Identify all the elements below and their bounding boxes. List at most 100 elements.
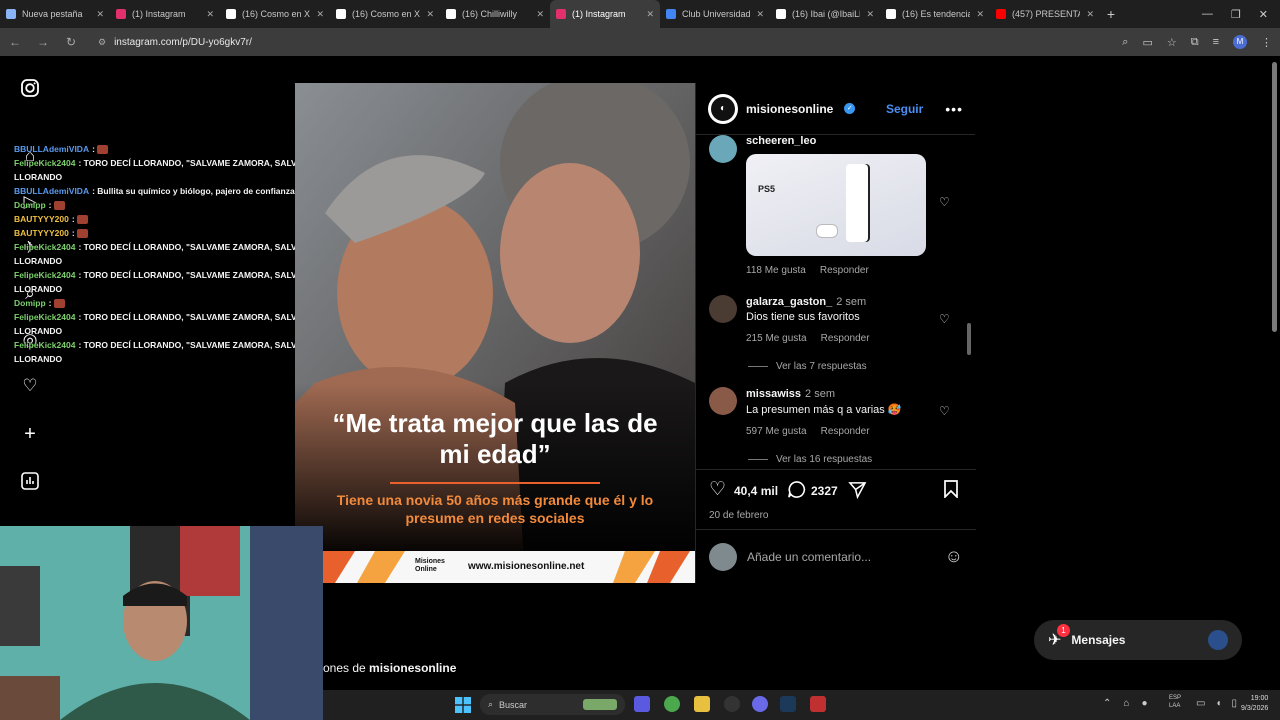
comments-scroll-thumb[interactable] — [967, 323, 971, 355]
tab-close-icon[interactable]: ✕ — [646, 9, 654, 20]
cast-icon[interactable]: ▭ — [1142, 36, 1152, 49]
browser-tab[interactable]: (16) Cosmo en X ✕ — [220, 0, 330, 28]
like-heart-icon[interactable]: ♡ — [709, 478, 726, 501]
tab-close-icon[interactable]: ✕ — [1086, 9, 1094, 20]
commenter-avatar[interactable] — [709, 135, 737, 163]
comment-likes[interactable]: 597 Me gusta — [746, 426, 807, 437]
tab-close-icon[interactable]: ✕ — [866, 9, 874, 20]
bookmark-star-icon[interactable]: ☆ — [1167, 36, 1177, 49]
notifications-icon[interactable]: ♡ — [20, 376, 40, 396]
emoji-icon[interactable]: ☺ — [945, 546, 963, 567]
tab-close-icon[interactable]: ✕ — [206, 9, 214, 20]
input-language[interactable]: ESP LAA — [1169, 694, 1181, 710]
page-scrollbar[interactable] — [1270, 58, 1278, 688]
comment-gif-image[interactable]: PS5 — [746, 154, 926, 256]
post-image[interactable]: “Me trata mejor que las de mi edad” Tien… — [295, 83, 695, 583]
mic-icon[interactable]: ● — [1141, 698, 1147, 709]
comment-like-icon[interactable]: ♡ — [939, 195, 950, 209]
view-replies-button[interactable]: Ver las 16 respuestas — [748, 454, 872, 465]
media-icon[interactable]: ≡ — [1213, 36, 1219, 48]
tab-close-icon[interactable]: ✕ — [316, 9, 324, 20]
site-info-icon[interactable]: ⚙ — [98, 37, 106, 48]
create-icon[interactable]: + — [20, 424, 40, 444]
browser-tab[interactable]: (1) Instagram ✕ — [110, 0, 220, 28]
tray-chevron-icon[interactable]: ⌃ — [1103, 698, 1111, 709]
browser-tab[interactable]: (16) Es tendencia ✕ — [880, 0, 990, 28]
browser-tab[interactable]: (1) Instagram ✕ — [550, 0, 660, 28]
tab-label: Nueva pestaña — [22, 9, 83, 19]
messages-button[interactable]: ✈ 1 Mensajes — [1034, 620, 1242, 660]
reply-button[interactable]: Responder — [820, 265, 869, 276]
comment-username[interactable]: missawiss 2 sem — [746, 388, 835, 400]
reply-button[interactable]: Responder — [821, 426, 870, 437]
comment-time: 2 sem — [805, 388, 836, 400]
author-avatar[interactable]: ◐ — [708, 93, 738, 124]
tab-favicon-icon — [6, 9, 16, 19]
comments-scrollbar[interactable] — [966, 139, 972, 465]
chrome-icon[interactable] — [664, 696, 680, 712]
comment-input[interactable]: Añade un comentario... — [747, 550, 935, 564]
volume-icon[interactable]: ◖ — [1215, 698, 1221, 709]
file-explorer-icon[interactable] — [694, 696, 710, 712]
taskbar-clock[interactable]: 19:00 9/3/2026 — [1241, 694, 1268, 714]
browser-tab[interactable]: Club Universidad ✕ — [660, 0, 770, 28]
close-window-icon[interactable]: ✕ — [1259, 8, 1268, 21]
teams-icon[interactable] — [634, 696, 650, 712]
network-icon[interactable]: ⌂ — [1123, 698, 1129, 709]
app-icon[interactable] — [810, 696, 826, 712]
comment-bubble-icon[interactable] — [787, 480, 806, 499]
comment-username[interactable]: scheeren_leo — [746, 135, 816, 147]
chat-emote-icon — [53, 201, 65, 211]
taskbar-search[interactable]: ⌕ Buscar — [480, 694, 625, 715]
chat-message: BAUTYYY200: — [14, 212, 324, 226]
tab-close-icon[interactable]: ✕ — [426, 9, 434, 20]
windows-start-icon[interactable] — [455, 697, 471, 713]
save-bookmark-icon[interactable] — [943, 480, 959, 498]
tab-close-icon[interactable]: ✕ — [536, 9, 544, 20]
battery-icon[interactable]: ▯ — [1232, 698, 1238, 709]
comment-like-icon[interactable]: ♡ — [939, 312, 950, 326]
back-icon[interactable]: ← — [8, 35, 22, 49]
tab-close-icon[interactable]: ✕ — [96, 9, 104, 20]
like-count[interactable]: 40,4 mil — [734, 484, 778, 498]
comment-like-icon[interactable]: ♡ — [939, 404, 950, 418]
browser-tab[interactable]: (16) Chilliwilly ✕ — [440, 0, 550, 28]
comment-count[interactable]: 2327 — [811, 484, 838, 498]
browser-menu-icon[interactable]: ⋮ — [1261, 36, 1272, 49]
display-icon[interactable]: ▭ — [1196, 698, 1205, 709]
forward-icon[interactable]: → — [36, 35, 50, 49]
more-options-icon[interactable]: ••• — [945, 101, 963, 117]
extensions-icon[interactable]: ⧉ — [1191, 36, 1199, 49]
browser-tab[interactable]: (16) Ibai (@IbaiLl ✕ — [770, 0, 880, 28]
more-posts-user[interactable]: misionesonline — [369, 661, 456, 675]
comment-likes[interactable]: 118 Me gusta — [746, 265, 806, 276]
comment-meta: 597 Me gusta Responder — [746, 426, 870, 437]
comment-username[interactable]: galarza_gaston_ 2 sem — [746, 296, 866, 308]
page-scroll-thumb[interactable] — [1272, 62, 1277, 332]
reload-icon[interactable]: ↻ — [64, 35, 78, 49]
steam-icon[interactable] — [780, 696, 796, 712]
browser-tab[interactable]: (16) Cosmo en X ✕ — [330, 0, 440, 28]
commenter-avatar[interactable] — [709, 387, 737, 415]
dashboard-icon[interactable] — [21, 472, 39, 490]
address-bar[interactable]: ⚙ instagram.com/p/DU-yo6gkv7r/ — [92, 31, 1108, 53]
obs-icon[interactable] — [724, 696, 740, 712]
browser-tab[interactable]: (457) PRESENTAC ✕ — [990, 0, 1100, 28]
follow-button[interactable]: Seguir — [886, 102, 923, 116]
new-tab-button[interactable]: + — [1100, 6, 1122, 22]
share-icon[interactable] — [848, 480, 867, 499]
minimize-icon[interactable]: — — [1202, 8, 1213, 21]
reply-button[interactable]: Responder — [821, 333, 870, 344]
author-username[interactable]: misionesonline — [746, 102, 833, 116]
comment-likes[interactable]: 215 Me gusta — [746, 333, 807, 344]
commenter-avatar[interactable] — [709, 295, 737, 323]
maximize-icon[interactable]: ❐ — [1231, 8, 1241, 21]
instagram-logo-icon[interactable] — [20, 78, 40, 98]
profile-avatar[interactable]: M — [1233, 35, 1247, 49]
tab-close-icon[interactable]: ✕ — [756, 9, 764, 20]
browser-tab[interactable]: Nueva pestaña ✕ — [0, 0, 110, 28]
tab-close-icon[interactable]: ✕ — [976, 9, 984, 20]
zoom-icon[interactable]: ⌕ — [1122, 36, 1128, 49]
discord-icon[interactable] — [752, 696, 768, 712]
view-replies-button[interactable]: Ver las 7 respuestas — [748, 361, 867, 372]
